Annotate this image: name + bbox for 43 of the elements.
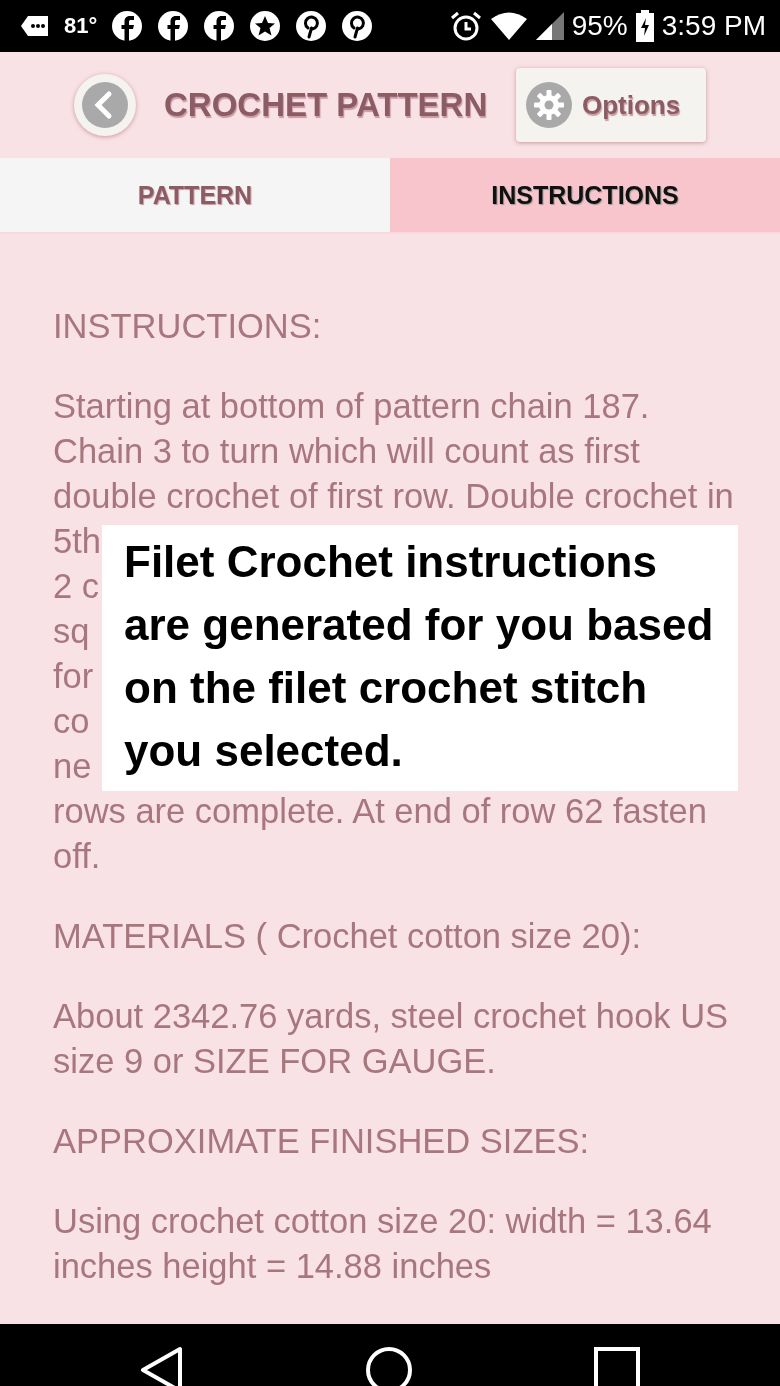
instruction-text: double crochet of first row. Double crochet in xyxy=(53,476,734,517)
tab[interactable]: PATTERN xyxy=(0,158,390,232)
back-icon[interactable] xyxy=(140,1345,185,1386)
tag-icon xyxy=(20,15,50,37)
social-app-icon xyxy=(203,10,236,42)
instruction-text: ne xyxy=(53,746,92,787)
alarm-icon xyxy=(449,10,482,42)
instruction-text: off. xyxy=(53,836,101,877)
signal-icon xyxy=(535,12,564,40)
instruction-text: rows are complete. At end of row 62 fasten xyxy=(53,791,707,832)
clock: 3:59 PM xyxy=(661,10,766,42)
options-button[interactable]: Options xyxy=(516,68,706,142)
page-title: CROCHET PATTERN xyxy=(164,86,488,124)
instruction-text: 5th xyxy=(53,521,101,562)
paragraph-text: size 9 or SIZE FOR GAUGE. xyxy=(53,1041,496,1082)
paragraph-text: Using crochet cotton size 20: width = 13.64 xyxy=(53,1201,712,1242)
paragraph-text: inches height = 14.88 inches xyxy=(53,1246,492,1287)
callout-text: are generated for you based xyxy=(124,599,714,651)
pin-app-icon xyxy=(341,10,374,42)
pin-app-icon xyxy=(295,10,328,42)
section-heading: APPROXIMATE FINISHED SIZES: xyxy=(53,1121,590,1162)
instruction-text: Chain 3 to turn which will count as first xyxy=(53,431,640,472)
tab[interactable]: INSTRUCTIONS xyxy=(390,158,780,232)
paragraph-text: About 2342.76 yards, steel crochet hook US xyxy=(53,996,729,1037)
callout-text: on the filet crochet stitch xyxy=(124,662,648,714)
battery-percent: 95% xyxy=(571,10,628,42)
wifi-icon xyxy=(489,12,528,40)
instruction-text: for xyxy=(53,656,94,697)
section-heading: MATERIALS ( Crochet cotton size 20): xyxy=(53,916,641,957)
instruction-text: co xyxy=(53,701,90,742)
instruction-text: Starting at bottom of pattern chain 187. xyxy=(53,386,650,427)
social-app-icon xyxy=(111,10,144,42)
settings-icon xyxy=(526,82,572,128)
home-icon[interactable] xyxy=(365,1345,413,1386)
social-app-icon xyxy=(157,10,190,42)
battery-icon xyxy=(635,10,654,42)
instruction-text: sq xyxy=(53,611,90,652)
section-heading: INSTRUCTIONS: xyxy=(53,306,322,347)
temperature: 81° xyxy=(64,13,98,39)
recent-apps-icon[interactable] xyxy=(593,1346,640,1386)
callout-text: Filet Crochet instructions xyxy=(124,536,657,588)
instruction-text: 2 c xyxy=(53,566,100,607)
callout-text: you selected. xyxy=(124,725,403,777)
